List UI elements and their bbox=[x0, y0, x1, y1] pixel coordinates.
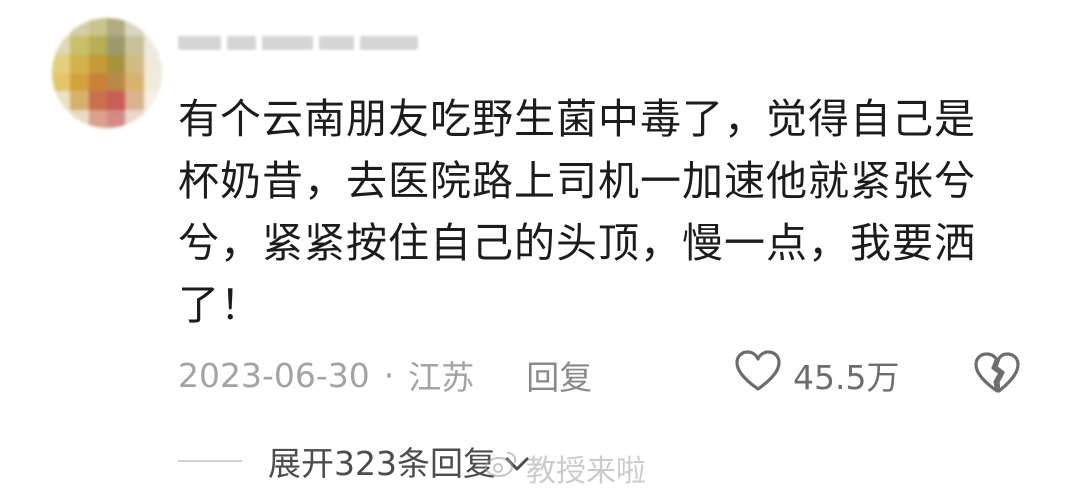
avatar-pixel bbox=[52, 54, 71, 73]
avatar-pixel bbox=[107, 109, 126, 128]
weibo-logo-icon bbox=[484, 449, 518, 487]
avatar-pixel bbox=[107, 18, 126, 37]
meta-separator: · bbox=[383, 355, 395, 395]
avatar-pixel bbox=[107, 73, 126, 92]
broken-heart-icon bbox=[974, 352, 1020, 398]
expand-divider bbox=[178, 460, 242, 462]
reply-button[interactable]: 回复 bbox=[526, 351, 592, 399]
watermark: 教授来啦 bbox=[484, 446, 646, 490]
avatar-pixel bbox=[125, 109, 144, 128]
comment-text-line: 杯奶昔，去医院路上司机一加速他就紧张兮 bbox=[178, 157, 976, 205]
avatar-pixel bbox=[88, 18, 107, 37]
avatar-pixel bbox=[143, 109, 162, 128]
comment-card: 有个云南朋友吃野生菌中毒了，觉得自己是 杯奶昔，去医院路上司机一加速他就紧张兮 … bbox=[0, 0, 1078, 496]
username-blurred[interactable] bbox=[178, 34, 418, 52]
avatar-pixel bbox=[88, 54, 107, 73]
avatar[interactable] bbox=[52, 18, 162, 128]
avatar-pixel bbox=[88, 73, 107, 92]
comment-text-line: 兮，紧紧按住自己的头顶，慢一点，我要洒 bbox=[178, 219, 976, 267]
avatar-pixel bbox=[70, 73, 89, 92]
dislike-button[interactable] bbox=[972, 350, 1022, 400]
avatar-pixel bbox=[125, 36, 144, 55]
avatar-pixel bbox=[52, 91, 71, 110]
avatar-pixel bbox=[52, 36, 71, 55]
avatar-pixel bbox=[70, 54, 89, 73]
avatar-pixel bbox=[70, 36, 89, 55]
comment-location: 江苏 bbox=[408, 358, 475, 397]
avatar-pixel bbox=[70, 109, 89, 128]
avatar-pixel bbox=[107, 91, 126, 110]
comment-date: 2023-06-30 bbox=[178, 355, 370, 395]
avatar-pixel bbox=[107, 36, 126, 55]
avatar-pixel bbox=[70, 18, 89, 37]
avatar-pixel bbox=[125, 18, 144, 37]
avatar-pixel bbox=[70, 91, 89, 110]
avatar-pixel bbox=[125, 54, 144, 73]
comment-text-line: 了！ bbox=[178, 281, 262, 329]
avatar-pixel bbox=[88, 109, 107, 128]
avatar-pixel bbox=[88, 36, 107, 55]
comment-text: 有个云南朋友吃野生菌中毒了，觉得自己是 杯奶昔，去医院路上司机一加速他就紧张兮 … bbox=[178, 88, 1038, 336]
avatar-pixel bbox=[52, 73, 71, 92]
avatar-pixel bbox=[107, 54, 126, 73]
expand-replies: 展开323条回复 bbox=[178, 436, 530, 486]
avatar-pixel bbox=[88, 91, 107, 110]
avatar-pixel bbox=[52, 18, 71, 37]
heart-outline-icon bbox=[735, 350, 781, 400]
avatar-pixel bbox=[125, 91, 144, 110]
avatar-pixel bbox=[125, 73, 144, 92]
watermark-text: 教授来啦 bbox=[526, 454, 646, 489]
avatar-pixel bbox=[143, 18, 162, 37]
avatar-pixel bbox=[143, 91, 162, 110]
avatar-pixel bbox=[143, 73, 162, 92]
avatar-pixel bbox=[143, 36, 162, 55]
like-button[interactable]: 45.5万 bbox=[735, 350, 899, 400]
comment-meta: 2023-06-30 · 江苏 回复 bbox=[178, 350, 592, 400]
avatar-pixel bbox=[52, 109, 71, 128]
comment-text-line: 有个云南朋友吃野生菌中毒了，觉得自己是 bbox=[178, 95, 976, 143]
avatar-pixel bbox=[143, 54, 162, 73]
expand-replies-label: 展开323条回复 bbox=[268, 444, 496, 483]
like-count: 45.5万 bbox=[793, 358, 900, 397]
